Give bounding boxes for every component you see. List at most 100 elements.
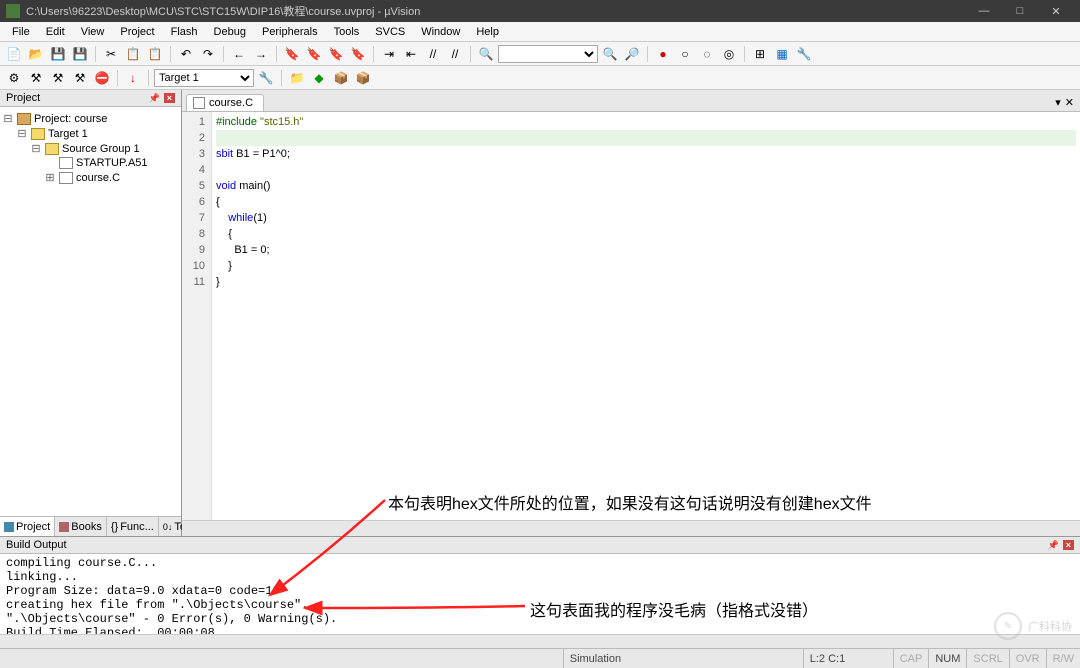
menu-file[interactable]: File [4, 24, 38, 40]
target-options-icon[interactable]: 🔧 [256, 68, 276, 88]
configure-icon[interactable]: 🔧 [794, 44, 814, 64]
pack-installer-icon[interactable]: 📦 [353, 68, 373, 88]
panel-close-icon[interactable]: × [1063, 540, 1074, 550]
status-num: NUM [928, 649, 966, 668]
find-in-files-icon[interactable]: 🔍 [600, 44, 620, 64]
menu-project[interactable]: Project [112, 24, 162, 40]
uncomment-icon[interactable]: // [445, 44, 465, 64]
build-scrollbar[interactable] [0, 634, 1080, 648]
tree-file-label: STARTUP.A51 [76, 157, 148, 169]
editor-tabstrip: course.C ▾ ✕ [182, 90, 1080, 112]
editor-tab[interactable]: course.C [186, 94, 264, 111]
copy-icon[interactable]: 📋 [123, 44, 143, 64]
incremental-find-icon[interactable]: 🔎 [622, 44, 642, 64]
build-output-title: Build Output 📌 × [0, 537, 1080, 554]
tree-file[interactable]: ⊞ course.C [2, 170, 179, 185]
menu-svcs[interactable]: SVCS [367, 24, 413, 40]
comment-icon[interactable]: // [423, 44, 443, 64]
nav-back-icon[interactable]: ← [229, 44, 249, 64]
toolbar-main: 📄 📂 💾 💾 ✂ 📋 📋 ↶ ↷ ← → 🔖 🔖 🔖 🔖 ⇥ ⇤ // // … [0, 42, 1080, 66]
panel-tab-functions[interactable]: {} Func... [107, 517, 159, 536]
status-cap: CAP [893, 649, 929, 668]
pin-icon[interactable]: 📌 [1048, 540, 1059, 551]
download-icon[interactable]: ↓ [123, 68, 143, 88]
code-editor[interactable]: 1234567891011 #include "stc15.h"sbit B1 … [182, 112, 1080, 520]
project-panel-label: Project [6, 92, 40, 104]
editor-area: course.C ▾ ✕ 1234567891011 #include "stc… [182, 90, 1080, 536]
annotation-hex: 本句表明hex文件所处的位置，如果没有这句话说明没有创建hex文件 [388, 490, 872, 514]
cut-icon[interactable]: ✂ [101, 44, 121, 64]
batch-build-icon[interactable]: ⚒ [70, 68, 90, 88]
tree-file-label: course.C [76, 172, 120, 184]
maximize-button[interactable]: □ [1002, 0, 1038, 22]
paste-icon[interactable]: 📋 [145, 44, 165, 64]
manage-project-icon[interactable]: 📁 [287, 68, 307, 88]
tree-target[interactable]: ⊟ Target 1 [2, 126, 179, 141]
open-file-icon[interactable]: 📂 [26, 44, 46, 64]
redo-icon[interactable]: ↷ [198, 44, 218, 64]
status-ovr: OVR [1009, 649, 1046, 668]
find-combo[interactable] [498, 45, 598, 63]
menu-help[interactable]: Help [468, 24, 507, 40]
annotation-errors: 这句表面我的程序没毛病（指格式没错） [530, 597, 818, 621]
panel-close-icon[interactable]: × [164, 93, 175, 103]
bookmark-prev-icon[interactable]: 🔖 [304, 44, 324, 64]
status-scrl: SCRL [966, 649, 1008, 668]
editor-close-icon[interactable]: ✕ [1065, 96, 1074, 109]
window-icon[interactable]: ⊞ [750, 44, 770, 64]
app-icon [6, 4, 20, 18]
stop-build-icon[interactable]: ⛔ [92, 68, 112, 88]
pin-icon[interactable]: 📌 [149, 93, 160, 104]
save-icon[interactable]: 💾 [48, 44, 68, 64]
bookmark-clear-icon[interactable]: 🔖 [348, 44, 368, 64]
editor-dropdown-icon[interactable]: ▾ [1055, 96, 1061, 109]
unindent-icon[interactable]: ⇤ [401, 44, 421, 64]
undo-icon[interactable]: ↶ [176, 44, 196, 64]
build-icon[interactable]: ⚒ [26, 68, 46, 88]
select-packs-icon[interactable]: 📦 [331, 68, 351, 88]
tree-root[interactable]: ⊟ Project: course [2, 111, 179, 126]
translate-icon[interactable]: ⚙ [4, 68, 24, 88]
status-rw: R/W [1046, 649, 1080, 668]
build-output-text[interactable]: compiling course.C... linking... Program… [0, 554, 1080, 634]
find-icon[interactable]: 🔍 [476, 44, 496, 64]
indent-icon[interactable]: ⇥ [379, 44, 399, 64]
menu-peripherals[interactable]: Peripherals [254, 24, 326, 40]
toolbox-icon[interactable]: ▦ [772, 44, 792, 64]
menu-window[interactable]: Window [413, 24, 468, 40]
menu-flash[interactable]: Flash [163, 24, 206, 40]
debug-icon[interactable]: ● [653, 44, 673, 64]
breakpoint-disable-icon[interactable]: ◎ [719, 44, 739, 64]
line-gutter: 1234567891011 [182, 112, 212, 520]
panel-tab-books[interactable]: Books [55, 517, 107, 536]
editor-scrollbar[interactable] [182, 520, 1080, 536]
project-tree[interactable]: ⊟ Project: course ⊟ Target 1 ⊟ Source Gr… [0, 107, 181, 516]
menu-edit[interactable]: Edit [38, 24, 73, 40]
tree-group[interactable]: ⊟ Source Group 1 [2, 141, 179, 156]
file-icon [193, 97, 205, 109]
panel-tab-project[interactable]: Project [0, 517, 55, 536]
save-all-icon[interactable]: 💾 [70, 44, 90, 64]
bookmark-icon[interactable]: 🔖 [282, 44, 302, 64]
menu-view[interactable]: View [73, 24, 113, 40]
tree-group-label: Source Group 1 [62, 143, 140, 155]
titlebar: C:\Users\96223\Desktop\MCU\STC\STC15W\DI… [0, 0, 1080, 22]
bookmark-next-icon[interactable]: 🔖 [326, 44, 346, 64]
breakpoint-insert-icon[interactable]: ○ [675, 44, 695, 64]
minimize-button[interactable]: — [966, 0, 1002, 22]
tree-root-label: Project: course [34, 113, 107, 125]
build-output-panel: Build Output 📌 × compiling course.C... l… [0, 536, 1080, 648]
manage-rte-icon[interactable]: ◆ [309, 68, 329, 88]
window-title: C:\Users\96223\Desktop\MCU\STC\STC15W\DI… [26, 3, 966, 19]
target-select[interactable]: Target 1 [154, 69, 254, 87]
menu-debug[interactable]: Debug [206, 24, 254, 40]
tree-file[interactable]: STARTUP.A51 [2, 156, 179, 170]
breakpoint-kill-icon[interactable]: ◌ [697, 44, 717, 64]
code-lines[interactable]: #include "stc15.h"sbit B1 = P1^0;void ma… [212, 112, 1080, 520]
close-button[interactable]: ✕ [1038, 0, 1074, 22]
new-file-icon[interactable]: 📄 [4, 44, 24, 64]
nav-fwd-icon[interactable]: → [251, 44, 271, 64]
status-pos: L:2 C:1 [803, 649, 893, 668]
menu-tools[interactable]: Tools [326, 24, 368, 40]
rebuild-icon[interactable]: ⚒ [48, 68, 68, 88]
